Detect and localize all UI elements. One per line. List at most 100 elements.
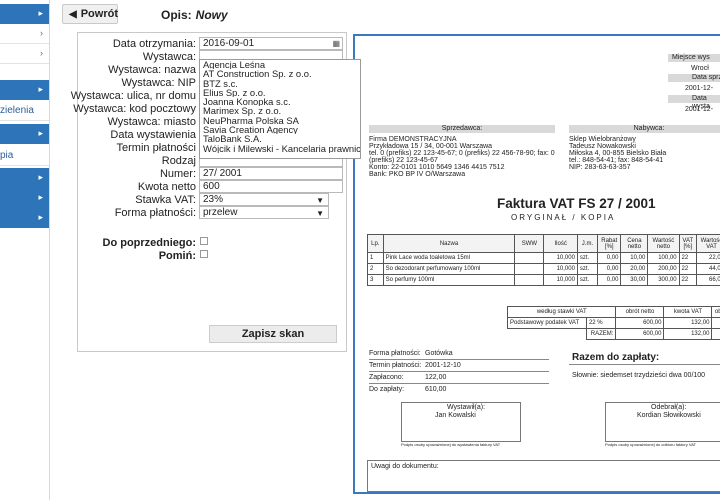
seller-line: Firma DEMONSTRACYJNA [369,136,457,143]
buyer-line: tel.: 848-54-41; fax: 848-54-41 [569,157,664,164]
payment-form-value: przelew [203,207,238,218]
cell [508,329,587,340]
chevron-right-icon: ▸ [38,172,43,182]
previous-checkbox[interactable] [200,237,208,245]
sidebar-item[interactable]: pia [0,146,49,166]
divider [569,364,720,365]
cell: 20,00 [620,263,649,275]
col-header: Cena netto [620,234,649,253]
net-input[interactable]: 600 [199,180,343,193]
dropdown-option[interactable]: Marimex Sp. z o.o. [200,106,360,115]
seller-header: Sprzedawca: [369,125,555,133]
number-label: Numer: [159,168,196,180]
cell: 10,000 [543,274,578,286]
vat-col-header: według stawki VAT [506,306,617,318]
issuer-postcode-label: Wystawca: kod pocztowy [73,103,196,115]
calendar-icon[interactable]: ▦ [332,38,340,49]
dropdown-option[interactable]: Agencja Leśna [200,60,360,69]
sidebar-item[interactable]: › [0,44,49,64]
date-received-label: Data otrzymania: [112,38,196,50]
cell [514,274,545,286]
vat-col-header: obr [711,306,720,318]
sidebar-item[interactable]: ▸ [0,124,49,144]
issuer-street-label: Wystawca: ulica, nr domu [70,90,196,102]
table-row: 2 So dezodorant perfumowany 100ml 10,000… [367,263,720,275]
dropdown-option[interactable]: Savia Creation Agency [200,125,360,134]
items-table: Lp. Nazwa SWW Ilość J.m. Rabat [%] Cena … [367,234,720,286]
issuer-nip-label: Wystawca: NIP [121,77,196,89]
vat-row: Podstawowy podatek VAT 22 % 600,00 132,0… [507,317,720,329]
cell: 66,00 [696,274,720,286]
sidebar-item[interactable]: zielenia [0,101,49,121]
sidebar-item[interactable]: ▸ [0,168,49,188]
buyer-line: Miłoska 4, 00-855 Bielsko Biała [569,150,667,157]
cell: 132,00 [663,328,713,340]
sidebar-item[interactable]: ▸ [0,4,49,24]
dropdown-option[interactable]: Joanna Konopka s.c. [200,97,360,106]
chevron-right-icon: › [40,28,43,38]
sidebar: ▸ › › ▸ zielenia ▸ pia ▸ ▸ ▸ [0,0,50,500]
date-received-value: 2016-09-01 [203,38,255,49]
col-header: Ilość [543,234,578,253]
chevron-right-icon: ▸ [38,128,43,138]
dropdown-option[interactable]: NeuPharma Polska SA [200,116,360,125]
date-received-input[interactable]: 2016-09-01 ▦ [199,37,343,50]
dropdown-option[interactable]: Wójcik i Milewski - Kancelaria prawnicza [200,144,360,153]
seller-line: tel. 0 (prefiks) 22 123-45-67; 0 (prefik… [369,150,555,157]
sidebar-item[interactable]: ▸ [0,188,49,208]
vat-header-row: według stawki VAT obrót netto kwota VAT … [506,306,720,318]
divider [369,383,549,384]
dropdown-option[interactable]: AT Construction Sp. z o.o. [200,69,360,78]
issuer-label: Wystawca: [142,51,196,63]
sidebar-item[interactable]: ▸ [0,208,49,228]
cell: 22 % [585,317,617,329]
cell: 3 [367,274,384,286]
buyer-line: NIP: 283-63-63-357 [569,164,631,171]
col-header: J.m. [576,234,599,253]
cell: 132,00 [663,317,713,329]
cell: 10,000 [543,252,578,264]
chevron-down-icon: ▼ [316,209,324,218]
seller-line: Konto: 22-0101 1010 5649 1346 4415 7512 [369,164,505,171]
buyer-header: Nabywca: [569,125,720,133]
issuer-dropdown-list: Agencja Leśna AT Construction Sp. z o.o.… [199,59,361,159]
sidebar-item[interactable]: ▸ [0,80,49,100]
previous-label: Do poprzedniego: [102,237,197,249]
cell: 10,000 [543,263,578,275]
chevron-right-icon: ▸ [38,212,43,222]
sale-date-value: 2001-12- [685,85,714,92]
dropdown-option[interactable]: BTZ s.c. [200,79,360,88]
chevron-right-icon: ▸ [38,8,43,18]
skip-checkbox[interactable] [200,250,208,258]
sale-date-label: Data sprz [668,74,720,82]
payment-form-select[interactable]: przelew ▼ [199,206,329,219]
cell: 0,00 [597,263,622,275]
back-button[interactable]: ◀ Powrót [62,4,118,24]
dropdown-option[interactable]: Elius Sp. z o.o. [200,88,360,97]
buyer-line: Sklep Wielobranżowy [569,136,636,143]
to-pay-row-value: 610,00 [425,386,447,393]
number-input[interactable]: 27/ 2001 [199,167,343,180]
buyer-line: Tadeusz Nowakowski [569,143,636,150]
place-value: Wrocł [691,65,709,72]
to-pay-row-label: Do zapłaty: [369,386,405,393]
cell: 10,00 [620,252,649,264]
payment-due-row-value: 2001-12-10 [425,362,461,369]
net-value: 600 [203,181,220,192]
dropdown-option[interactable]: TaloBank S.A. [200,134,360,143]
vat-col-header: kwota VAT [663,306,713,318]
cell: So perfumy 100ml [382,274,516,286]
seller-line: (prefiks) 22 123-45-67 [369,157,438,164]
save-scan-button[interactable]: Zapisz skan [209,325,337,343]
total-label: Razem do zapłaty: [572,352,660,363]
cell: 22 [678,263,698,275]
seller-line: Bank: PKO BP IV O/Warszawa [369,171,466,178]
cell: 7 [711,317,720,329]
cell: 2 [367,263,384,275]
number-value: 27/ 2001 [203,168,242,179]
sidebar-item[interactable]: › [0,24,49,44]
vat-summary-table: według stawki VAT obrót netto kwota VAT … [506,306,720,340]
paid-row-label: Zapłacono: [369,374,404,381]
vat-select[interactable]: 23% ▼ [199,193,329,206]
issue-date-value: 2001-12- [685,106,714,113]
